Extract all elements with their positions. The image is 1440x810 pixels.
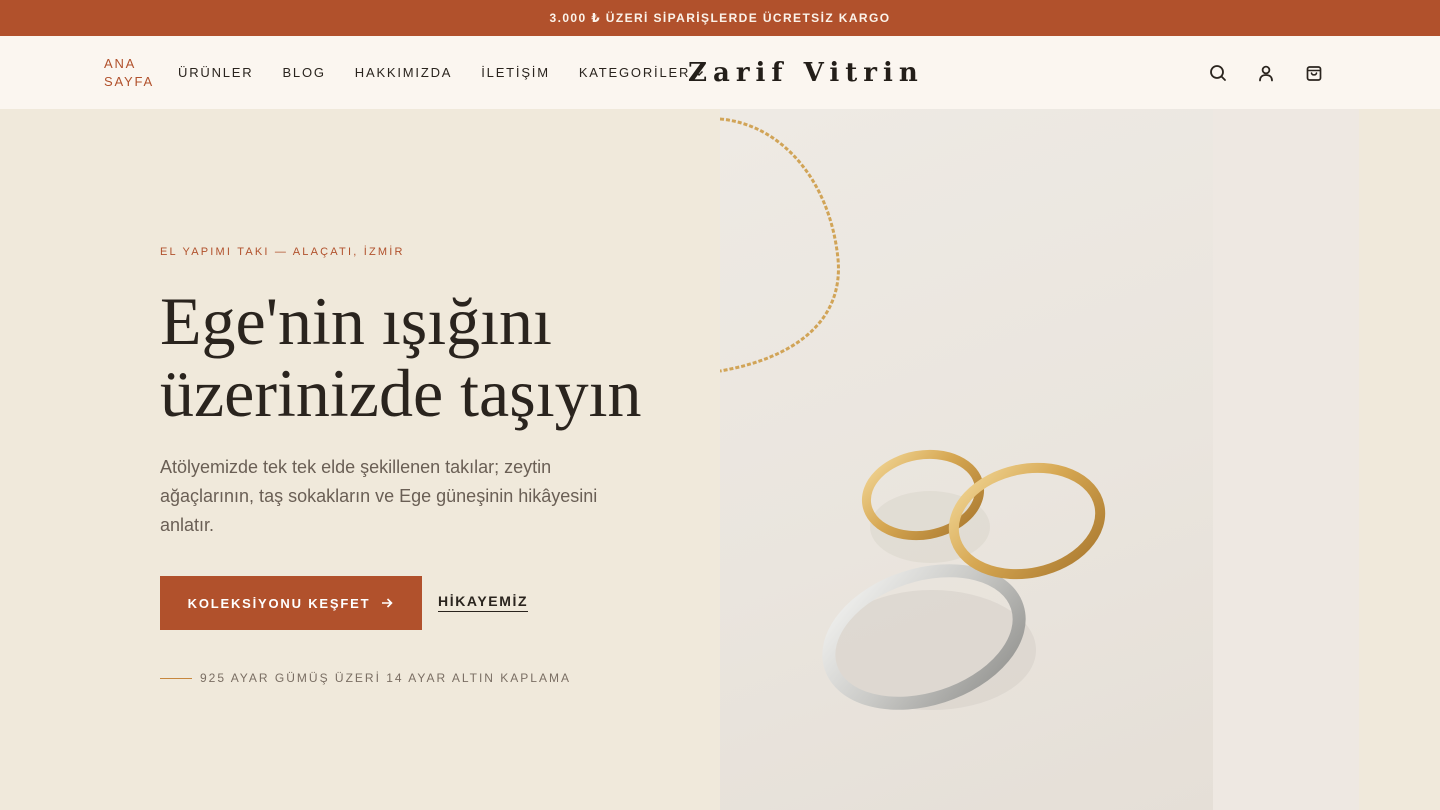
our-story-link[interactable]: HİKAYEMİZ	[438, 593, 529, 612]
shopping-bag-icon	[1306, 65, 1322, 81]
hero-headline: Ege'nin ışığını üzerinizde taşıyın	[160, 285, 720, 429]
nav-item-home[interactable]: ANA SAYFA	[104, 55, 152, 91]
search-icon	[1210, 64, 1226, 81]
account-button[interactable]	[1254, 61, 1278, 85]
chain-necklace	[720, 117, 840, 373]
site-header: ANA SAYFA ÜRÜNLER BLOG HAKKIMIZDA İLETİŞ…	[0, 36, 1440, 109]
nav-item-contact[interactable]: İLETİŞİM	[481, 65, 550, 80]
header-actions	[1182, 36, 1326, 109]
announcement-text: 3.000 ₺ ÜZERİ SİPARİŞLERDE ÜCRETSİZ KARG…	[549, 11, 891, 25]
jewelry-photo-illustration	[720, 117, 1106, 710]
cart-button[interactable]	[1302, 61, 1326, 85]
search-button[interactable]	[1206, 61, 1230, 85]
hero-headline-line2: üzerinizde taşıyın	[160, 355, 642, 431]
nav-item-products[interactable]: ÜRÜNLER	[178, 65, 253, 80]
hero-image	[720, 109, 1213, 810]
user-icon	[1259, 65, 1273, 81]
nav-item-blog[interactable]: BLOG	[282, 65, 325, 80]
arrow-right-icon	[382, 598, 393, 608]
hero-headline-line1: Ege'nin ışığını	[160, 283, 552, 359]
explore-collection-label: KOLEKSİYONU KEŞFET	[187, 595, 371, 611]
explore-collection-button[interactable]: KOLEKSİYONU KEŞFET	[160, 576, 422, 630]
nav-item-categories[interactable]: KATEGORİLER	[579, 65, 705, 80]
nav-item-categories-label: KATEGORİLER	[578, 65, 691, 80]
hero-eyebrow: EL YAPIMI TAKI — ALAÇATI, İZMİR	[160, 246, 405, 258]
hero-side-panel	[1213, 109, 1359, 810]
main-nav: ANA SAYFA ÜRÜNLER BLOG HAKKIMIZDA İLETİŞ…	[104, 36, 705, 109]
hero-description: Atölyemizde tek tek elde şekillenen takı…	[160, 457, 598, 535]
material-note: 925 AYAR GÜMÜŞ ÜZERİ 14 AYAR ALTIN KAPLA…	[160, 671, 571, 685]
material-note-text: 925 AYAR GÜMÜŞ ÜZERİ 14 AYAR ALTIN KAPLA…	[200, 671, 571, 685]
nav-item-about[interactable]: HAKKIMIZDA	[355, 65, 452, 80]
site-logo[interactable]: Zarif Vitrin	[688, 36, 924, 109]
announcement-bar: 3.000 ₺ ÜZERİ SİPARİŞLERDE ÜCRETSİZ KARG…	[0, 0, 1440, 36]
material-divider	[160, 677, 192, 679]
